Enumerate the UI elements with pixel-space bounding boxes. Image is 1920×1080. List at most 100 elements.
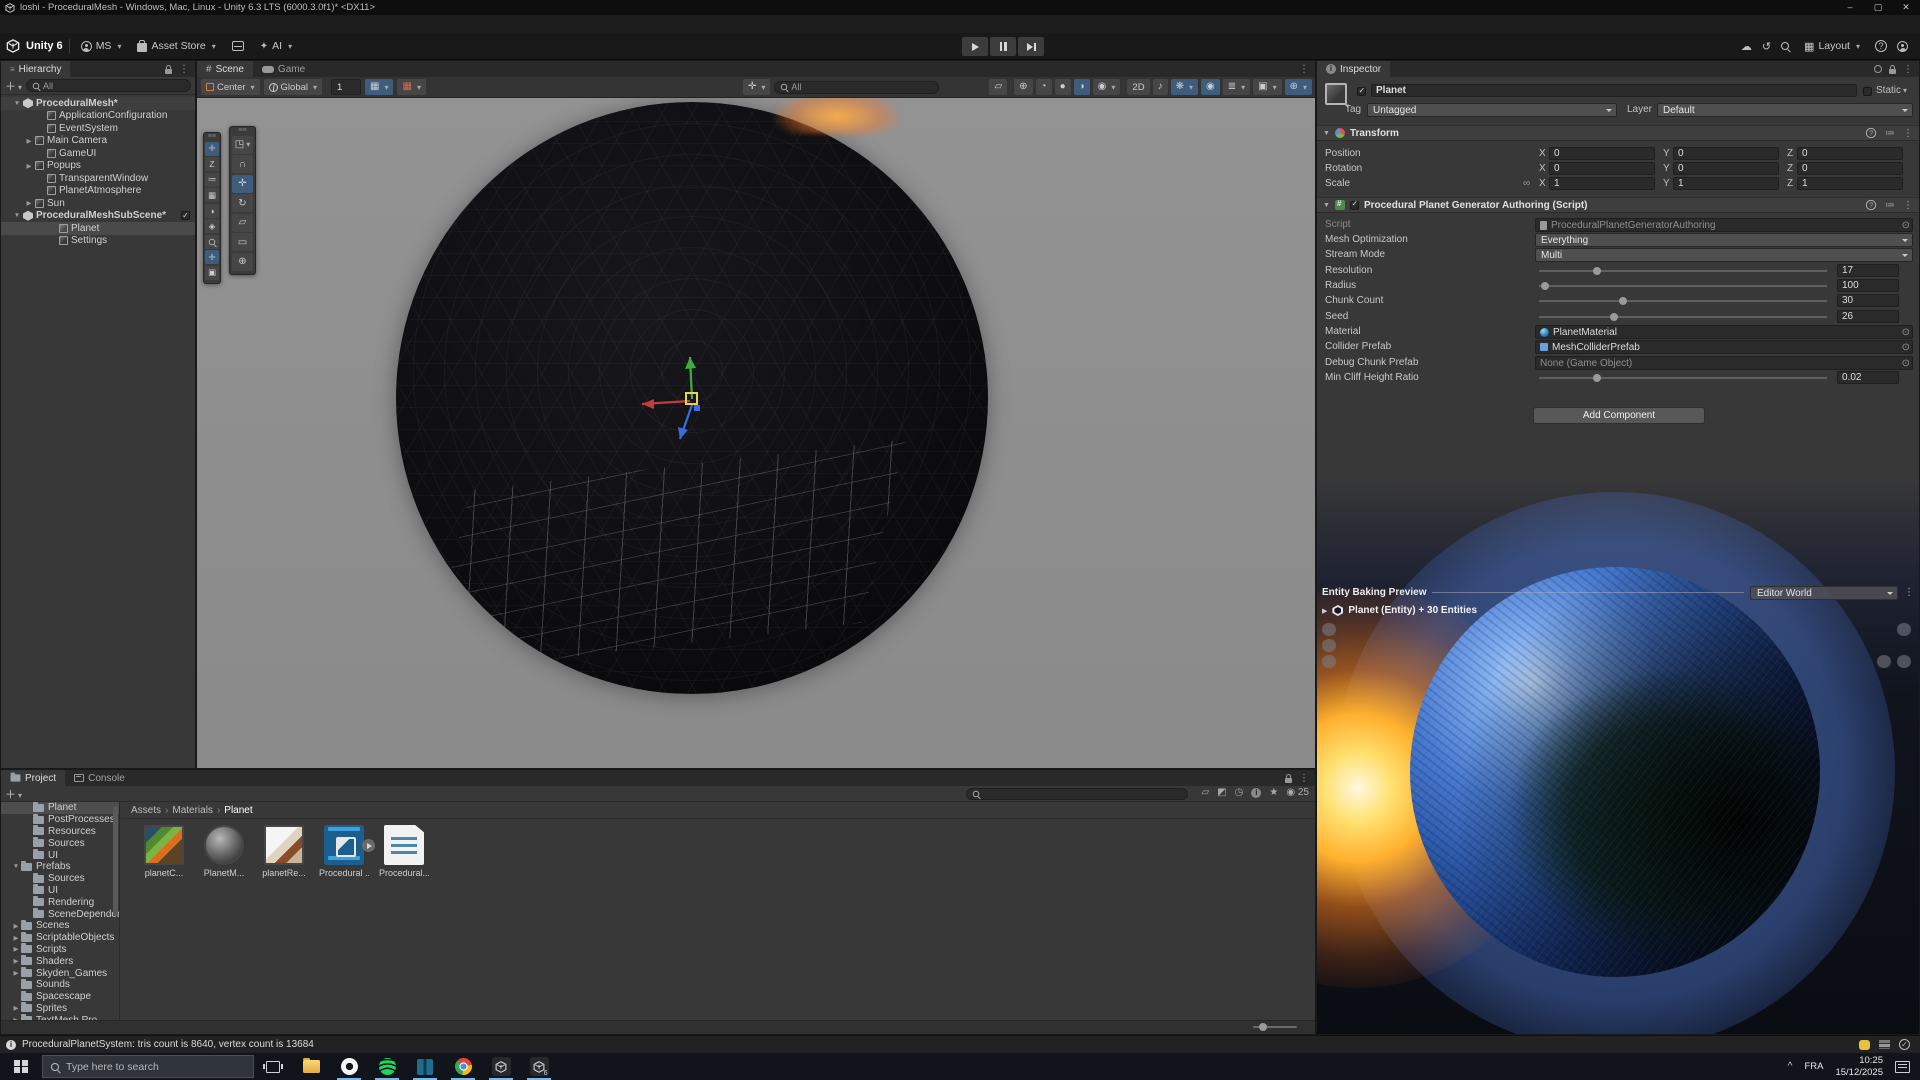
- script-object-field[interactable]: ProceduralPlanetGeneratorAuthoring: [1535, 218, 1913, 232]
- tab-scene[interactable]: Scene: [197, 61, 253, 77]
- move-overlay-icon[interactable]: ✛: [205, 142, 219, 156]
- scene-search-input[interactable]: All: [774, 81, 939, 94]
- chunk-count-value-field[interactable]: 30: [1837, 294, 1899, 307]
- kebab-menu-icon[interactable]: [179, 64, 189, 75]
- taskbar-app-button[interactable]: [406, 1053, 444, 1080]
- kebab-menu-icon[interactable]: [1903, 128, 1913, 139]
- ai-dropdown[interactable]: ✦ AI: [255, 37, 297, 56]
- foldout-arrow-icon[interactable]: ▶: [11, 934, 21, 942]
- script-component-header[interactable]: ▼ Procedural Planet Generator Authoring …: [1317, 197, 1919, 213]
- chunk-count-slider[interactable]: [1539, 300, 1827, 302]
- effects-dropdown[interactable]: ❋: [1171, 79, 1198, 95]
- hierarchy-item[interactable]: Planet: [1, 222, 195, 235]
- pause-button[interactable]: [990, 37, 1016, 56]
- asset-item[interactable]: planetRe...: [261, 825, 307, 1020]
- taskbar-app-button[interactable]: [368, 1053, 406, 1080]
- tool-handle-position-dropdown[interactable]: Center: [201, 79, 260, 95]
- asset-item[interactable]: PlanetM...: [201, 825, 247, 1020]
- taskbar-app-button[interactable]: [292, 1053, 330, 1080]
- pan-icon[interactable]: ✛: [205, 250, 219, 264]
- camera-dropdown[interactable]: ▣: [1253, 79, 1281, 95]
- rotation-y-field[interactable]: 0: [1673, 162, 1779, 175]
- camera-overlay-icon[interactable]: ▣: [205, 266, 219, 280]
- position-y-field[interactable]: 0: [1673, 147, 1779, 160]
- help-icon[interactable]: [1866, 200, 1876, 210]
- rotation-z-field[interactable]: 0: [1797, 162, 1903, 175]
- layers-icon[interactable]: ◈: [205, 219, 219, 233]
- folder-item[interactable]: ▶ Shaders: [1, 955, 119, 967]
- hierarchy-item[interactable]: ▶ Main Camera: [1, 135, 195, 148]
- foldout-arrow-icon[interactable]: ▶: [11, 945, 21, 953]
- drag-handle-icon[interactable]: ≡≡: [230, 127, 255, 134]
- notification-center-icon[interactable]: [1895, 1061, 1910, 1073]
- move-gizmo-dropdown[interactable]: ✛: [743, 79, 770, 95]
- folder-item[interactable]: Resources: [1, 826, 119, 838]
- scale-y-field[interactable]: 1: [1673, 177, 1779, 190]
- rotate-tool[interactable]: ↻: [232, 194, 253, 212]
- foldout-arrow-icon[interactable]: ▼: [1323, 202, 1330, 209]
- help-icon[interactable]: [1875, 40, 1887, 52]
- rotation-x-field[interactable]: 0: [1549, 162, 1655, 175]
- debug-draw-dropdown[interactable]: ◉: [1093, 79, 1121, 95]
- foldout-arrow-icon[interactable]: ▼: [11, 863, 21, 870]
- link-icon[interactable]: ∞: [1523, 178, 1530, 189]
- add-component-button[interactable]: Add Component: [1533, 407, 1705, 424]
- material-object-field[interactable]: PlanetMaterial: [1535, 325, 1913, 339]
- scale-z-field[interactable]: 1: [1797, 177, 1903, 190]
- resolution-value-field[interactable]: 17: [1837, 264, 1899, 277]
- rect-tool[interactable]: ▭: [232, 233, 253, 251]
- folder-item[interactable]: ▶ ScriptableObjects: [1, 932, 119, 944]
- tab-inspector[interactable]: Inspector: [1317, 61, 1390, 77]
- hierarchy-item[interactable]: ▼ ProceduralMesh*: [1, 97, 195, 110]
- transform-tool[interactable]: ⊕: [232, 253, 253, 271]
- sliders-icon[interactable]: ≔: [205, 173, 219, 187]
- view-tool-dropdown[interactable]: ◳: [232, 136, 253, 154]
- breadcrumb-item[interactable]: Planet: [224, 805, 252, 816]
- account-avatar-icon[interactable]: [1897, 41, 1908, 52]
- prefab-open-arrow-icon[interactable]: [362, 839, 375, 852]
- debug-chunk-prefab-object-field[interactable]: None (Game Object): [1535, 356, 1913, 370]
- tab-project[interactable]: Project: [1, 770, 65, 786]
- hand-tool[interactable]: ∩: [232, 155, 253, 173]
- account-dropdown[interactable]: MS: [76, 37, 127, 56]
- lock-icon[interactable]: [1285, 778, 1292, 783]
- create-add-button[interactable]: ＋: [5, 78, 22, 94]
- foldout-arrow-icon[interactable]: ▶: [11, 957, 21, 965]
- component-enabled-checkbox[interactable]: [1350, 201, 1359, 210]
- seed-slider[interactable]: [1539, 316, 1827, 318]
- folder-item[interactable]: UI: [1, 885, 119, 897]
- asset-store-dropdown[interactable]: Asset Store: [132, 37, 220, 56]
- foldout-arrow-icon[interactable]: ▶: [11, 1004, 21, 1012]
- hierarchy-item[interactable]: GameUI: [1, 147, 195, 160]
- foldout-arrow-icon[interactable]: ▶: [11, 969, 21, 977]
- folder-item[interactable]: ▶ Scenes: [1, 920, 119, 932]
- layers-dropdown[interactable]: ≣: [1223, 79, 1250, 95]
- project-search-input[interactable]: [966, 788, 1188, 800]
- shading-mode-icon[interactable]: ⊕: [1014, 79, 1032, 95]
- create-asset-button[interactable]: ＋: [5, 786, 22, 802]
- editor-world-dropdown[interactable]: Editor World: [1750, 586, 1898, 600]
- radius-value-field[interactable]: 100: [1837, 279, 1899, 292]
- hierarchy-item[interactable]: ▶ Sun: [1, 197, 195, 210]
- transform-header[interactable]: ▼ Transform ≔: [1317, 125, 1919, 141]
- radius-slider[interactable]: [1539, 285, 1827, 287]
- tab-hierarchy[interactable]: ≡ Hierarchy: [1, 61, 70, 77]
- warning-icon[interactable]: [1251, 788, 1261, 798]
- grid-snap-icon[interactable]: ▦: [205, 188, 219, 202]
- folder-item[interactable]: Sounds: [1, 979, 119, 991]
- planet-entity-row[interactable]: ▶ Planet (Entity) + 30 Entities: [1322, 605, 1477, 616]
- kebab-menu-icon[interactable]: [1904, 587, 1914, 598]
- search-icon[interactable]: [1781, 42, 1789, 50]
- presets-icon[interactable]: ≔: [1885, 128, 1895, 139]
- layers-status-icon[interactable]: [1879, 1040, 1890, 1049]
- kebab-menu-icon[interactable]: [1299, 64, 1309, 75]
- kebab-menu-icon[interactable]: [1903, 200, 1913, 211]
- flip-icon[interactable]: Z: [205, 157, 219, 171]
- foldout-arrow-icon[interactable]: ▶: [23, 162, 35, 170]
- asset-import-icon[interactable]: ◩: [1217, 787, 1226, 798]
- foldout-arrow-icon[interactable]: ▶: [1322, 607, 1327, 615]
- step-button[interactable]: [1018, 37, 1044, 56]
- tab-console[interactable]: Console: [65, 770, 134, 786]
- debugger-icon[interactable]: [1859, 1040, 1870, 1050]
- stream-mode-dropdown[interactable]: Multi: [1535, 248, 1913, 262]
